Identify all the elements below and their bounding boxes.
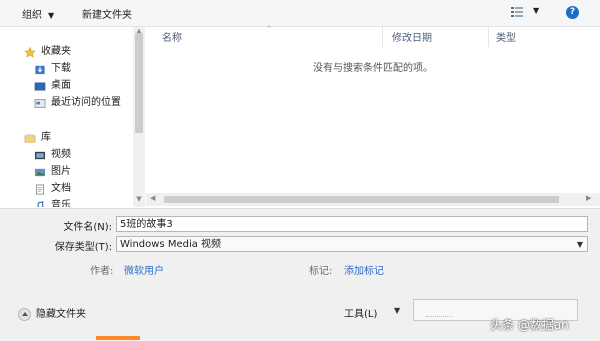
nav-recent-places[interactable]: 最近访问的位置 xyxy=(34,95,121,111)
taskbar-highlight xyxy=(96,336,140,340)
filetype-label: 保存类型(T): xyxy=(54,242,112,253)
watermark-text: 头条 @数据an xyxy=(490,318,569,332)
desktop-icon xyxy=(34,82,46,90)
file-list-horizontal-scrollbar[interactable]: ◀ ▶ xyxy=(146,193,600,206)
documents-icon xyxy=(35,184,45,194)
author-value[interactable]: 微软用户 xyxy=(124,262,164,277)
scroll-right-arrow-icon[interactable]: ▶ xyxy=(586,194,591,202)
star-icon xyxy=(24,46,36,58)
tags-label: 标记: xyxy=(309,266,333,277)
nav-pictures[interactable]: 图片 xyxy=(34,164,71,180)
scroll-left-arrow-icon[interactable]: ◀ xyxy=(150,194,155,202)
libraries-icon xyxy=(24,133,36,142)
nav-libraries[interactable]: 库 xyxy=(24,130,51,146)
nav-desktop[interactable]: 桌面 xyxy=(34,78,71,94)
hide-folders-label: 隐藏文件夹 xyxy=(36,309,86,320)
recent-places-icon xyxy=(34,98,46,108)
column-divider[interactable] xyxy=(382,27,383,47)
filename-label: 文件名(N): xyxy=(63,222,112,233)
filetype-value: Windows Media 视频 xyxy=(120,239,222,250)
sort-caret-icon: ^ xyxy=(266,25,272,33)
scroll-down-arrow-icon[interactable]: ▼ xyxy=(133,195,145,203)
organize-menu-button[interactable]: 组织 ▼ xyxy=(22,6,54,21)
nav-videos[interactable]: 视频 xyxy=(34,147,71,163)
nav-vertical-scrollbar[interactable]: ▲ ▼ xyxy=(133,27,145,207)
column-header-type[interactable]: 类型 xyxy=(496,29,516,44)
pictures-icon xyxy=(34,168,46,176)
organize-label: 组织 xyxy=(22,10,42,21)
column-header-name[interactable]: 名称 xyxy=(162,29,182,44)
filename-input[interactable]: 5班的故事3 xyxy=(116,216,588,232)
nav-favorites[interactable]: 收藏夹 xyxy=(24,44,71,60)
nav-music[interactable]: 音乐 xyxy=(34,198,71,207)
author-label: 作者: xyxy=(90,266,114,277)
nav-scroll-thumb[interactable] xyxy=(135,33,143,133)
horizontal-scroll-thumb[interactable] xyxy=(164,196,559,203)
help-icon[interactable]: ? xyxy=(566,6,579,19)
command-bar: 组织 ▼ 新建文件夹 ▼ ? xyxy=(0,0,600,27)
file-list: ^ 名称 修改日期 类型 没有与搜索条件匹配的项。 xyxy=(146,25,600,207)
tools-dropdown-chevron-icon[interactable]: ▼ xyxy=(394,306,400,315)
filename-value: 5班的故事3 xyxy=(120,219,173,230)
chevron-down-icon: ▼ xyxy=(576,240,583,249)
column-header-date-modified[interactable]: 修改日期 xyxy=(392,29,432,44)
hide-folders-button[interactable]: 隐藏文件夹 xyxy=(18,305,86,321)
tools-button[interactable]: 工具(L) xyxy=(344,305,377,320)
nav-documents[interactable]: 文档 xyxy=(34,181,71,197)
collapse-up-icon xyxy=(18,307,31,321)
view-dropdown-chevron-icon[interactable]: ▼ xyxy=(533,6,539,15)
new-folder-button[interactable]: 新建文件夹 xyxy=(82,6,132,21)
music-icon xyxy=(37,200,44,207)
empty-results-message: 没有与搜索条件匹配的项。 xyxy=(313,63,433,74)
video-icon xyxy=(34,151,46,159)
add-tags-link[interactable]: 添加标记 xyxy=(344,262,384,277)
downloads-folder-icon xyxy=(35,65,45,74)
navigation-pane: 收藏夹 下载 桌面 最近访问的位置 库 视频 图片 文档 音乐 xyxy=(0,27,133,207)
view-options-icon[interactable] xyxy=(510,5,524,19)
save-button-focus-mark xyxy=(426,304,452,317)
column-divider[interactable] xyxy=(488,27,489,47)
nav-downloads[interactable]: 下载 xyxy=(34,61,71,77)
chevron-down-icon: ▼ xyxy=(48,11,55,20)
filetype-select[interactable]: Windows Media 视频 ▼ xyxy=(116,236,588,252)
